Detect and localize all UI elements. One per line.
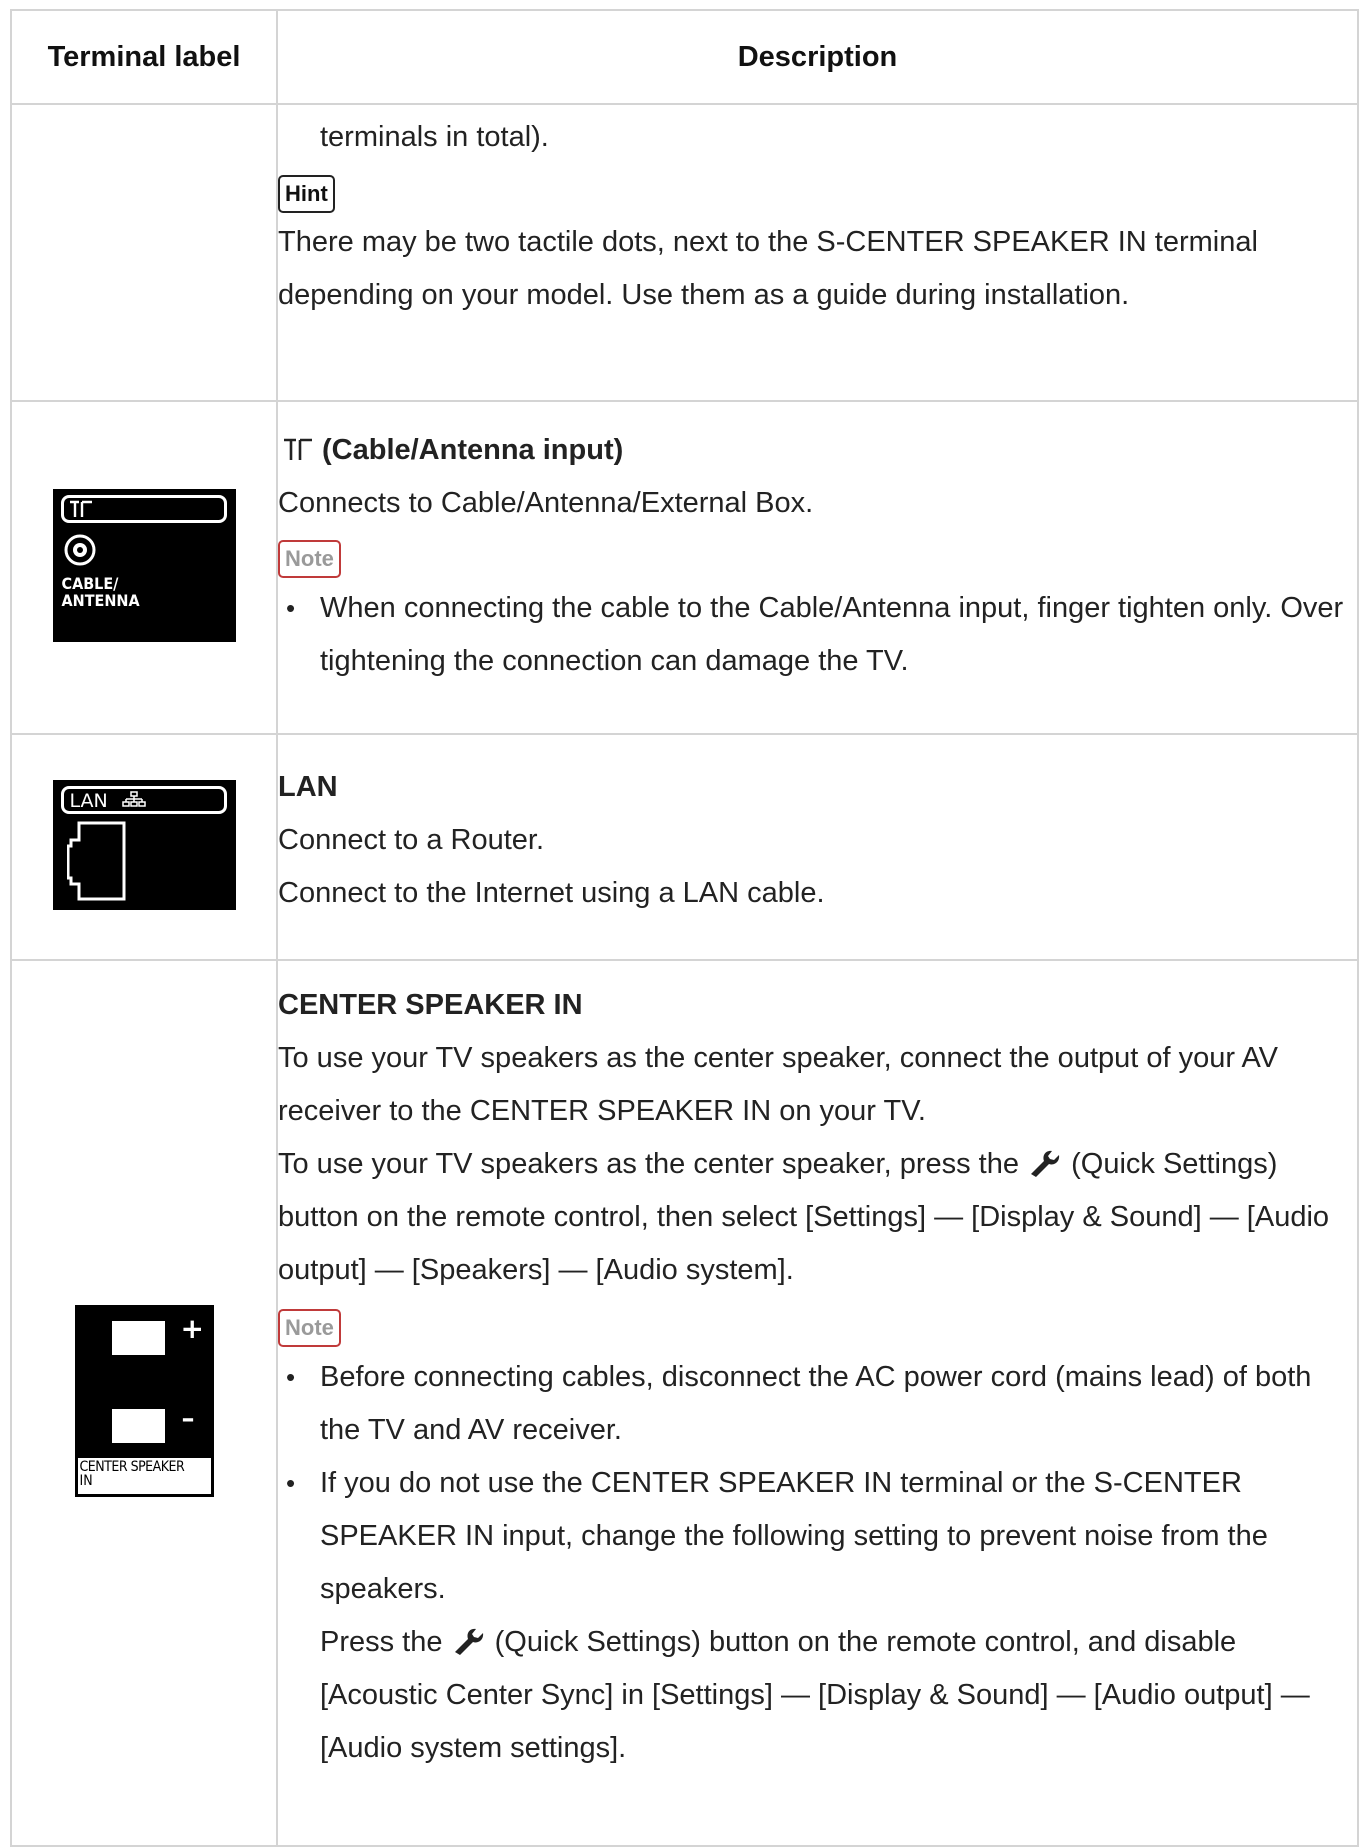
description-cell: LAN Connect to a Router. Connect to the … (276, 733, 1359, 961)
network-icon (121, 790, 146, 807)
bullet-2-text: If you do not use the CENTER SPEAKER IN … (320, 1467, 1268, 1605)
hint-badge: Hint (278, 175, 335, 213)
antenna-icon (69, 500, 92, 517)
antenna-label-text: ANTENNA (61, 590, 140, 610)
cable-antenna-title: (Cable/Antenna input) (278, 424, 1357, 477)
table-row: LAN LAN Connect to a Router. Connect to … (10, 733, 1359, 961)
cable-label-text: CABLE/ (61, 573, 119, 593)
lan-terminal-image: LAN (52, 779, 236, 910)
coax-connector-icon (64, 534, 95, 565)
note-badge: Note (278, 1309, 341, 1347)
table-row: CABLE/ ANTENNA (Cable/Antenna input) Con… (10, 400, 1359, 735)
terminal-label-cell: LAN (10, 733, 278, 961)
lan-desc-2: Connect to the Internet using a LAN cabl… (278, 877, 825, 909)
hint-text: There may be two tactile dots, next to t… (278, 226, 1258, 311)
plus-label: + (180, 1311, 204, 1345)
minus-label: – (181, 1403, 195, 1434)
terminal-label-cell (10, 103, 278, 402)
note-badge: Note (278, 540, 341, 578)
header-terminal-label: Terminal label (10, 9, 278, 105)
description-cell: CENTER SPEAKER IN To use your TV speaker… (276, 959, 1359, 1847)
note-list: When connecting the cable to the Cable/A… (278, 582, 1357, 688)
lan-port-icon (66, 821, 125, 900)
lan-desc-1: Connect to a Router. (278, 824, 544, 856)
description-cell: terminals in total). Hint There may be t… (276, 103, 1359, 402)
header-description: Description (276, 9, 1359, 105)
center-speaker-para-1: To use your TV speakers as the center sp… (278, 1042, 1279, 1127)
cable-antenna-title-text: (Cable/Antenna input) (322, 434, 624, 466)
wrench-icon (1031, 1150, 1060, 1177)
cable-antenna-terminal-image: CABLE/ ANTENNA (52, 488, 236, 642)
bullet-2-cont-pre: Press the (320, 1626, 443, 1658)
table-row: terminals in total). Hint There may be t… (10, 103, 1359, 402)
lan-tab: LAN (60, 785, 227, 814)
continuation-text: terminals in total). (320, 121, 549, 153)
list-item: Before connecting cables, disconnect the… (286, 1351, 1357, 1457)
wrench-icon (454, 1628, 483, 1655)
list-item: If you do not use the CENTER SPEAKER IN … (286, 1457, 1357, 1775)
note-list: Before connecting cables, disconnect the… (278, 1351, 1357, 1775)
lan-title: LAN (278, 771, 338, 803)
table-row: + – CENTER SPEAKER IN CENTER SPEAKER IN … (10, 959, 1359, 1847)
center-speaker-terminal-image: + – CENTER SPEAKER IN (74, 1304, 214, 1497)
cable-antenna-desc: Connects to Cable/Antenna/External Box. (278, 487, 814, 519)
list-item: When connecting the cable to the Cable/A… (286, 582, 1357, 688)
terminal-label-cell: + – CENTER SPEAKER IN (10, 959, 278, 1847)
antenna-tab (60, 494, 227, 523)
para-2-pre: To use your TV speakers as the center sp… (278, 1148, 1019, 1180)
terminal-table: Terminal label Description terminals in … (10, 9, 1359, 1847)
in-label-text: IN (79, 1472, 93, 1489)
center-speaker-label-text: CENTER SPEAKER (79, 1458, 185, 1475)
antenna-icon (284, 438, 312, 460)
center-speaker-para-2: To use your TV speakers as the center sp… (278, 1138, 1357, 1297)
lan-tab-text: LAN (69, 789, 108, 812)
description-cell: (Cable/Antenna input) Connects to Cable/… (276, 400, 1359, 735)
center-speaker-title: CENTER SPEAKER IN (278, 989, 583, 1021)
table-header-row: Terminal label Description (10, 9, 1359, 105)
terminal-label-cell: CABLE/ ANTENNA (10, 400, 278, 735)
